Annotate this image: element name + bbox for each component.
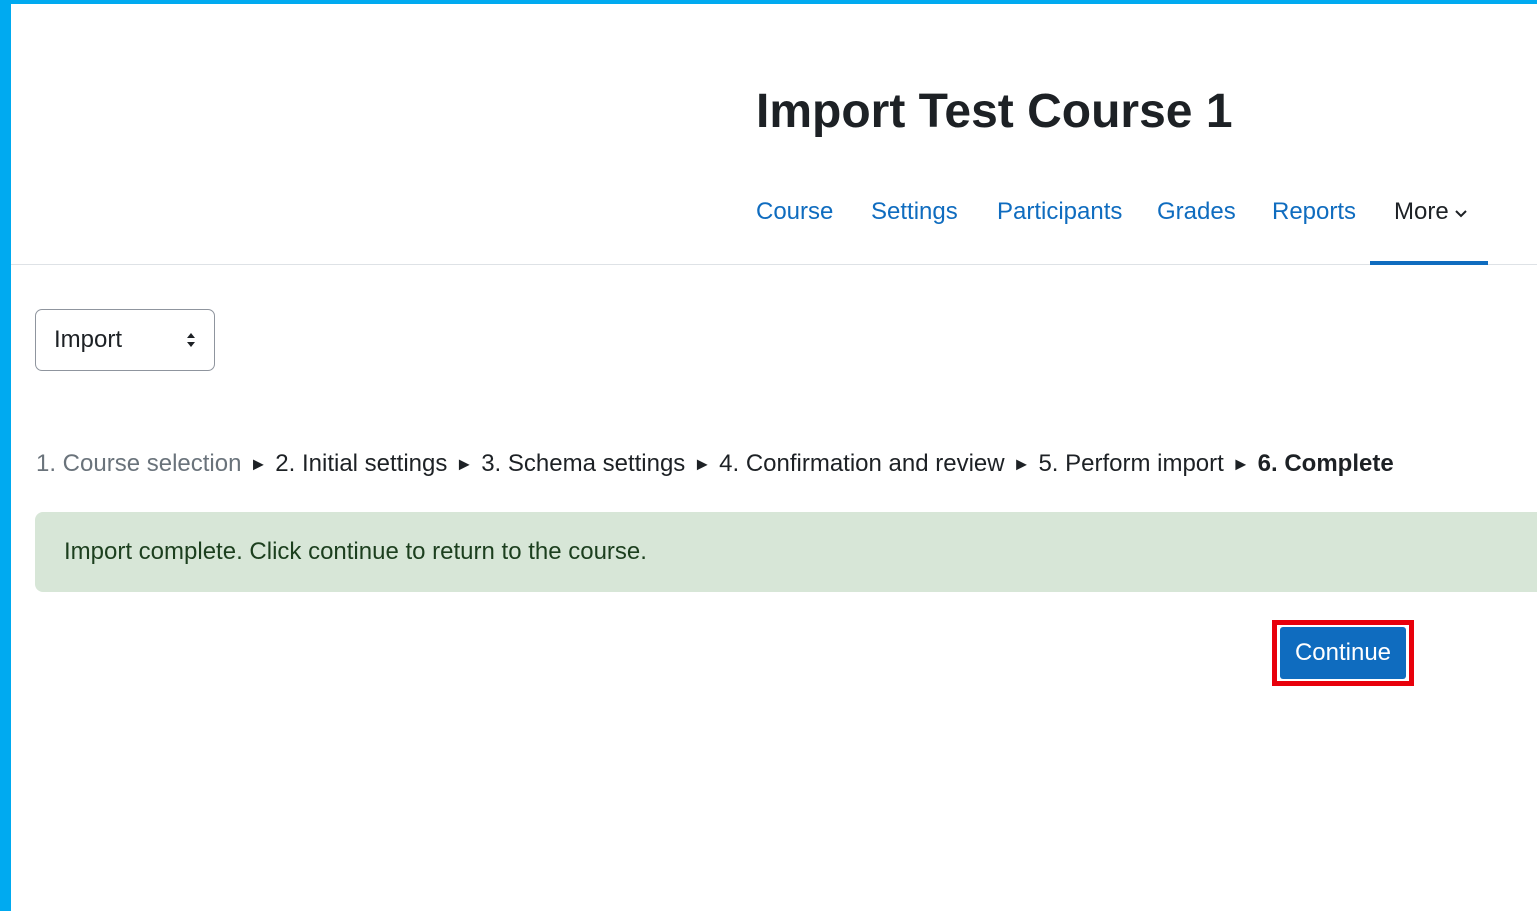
up-down-arrows-icon — [186, 330, 196, 350]
nav-item-more-label: More — [1394, 198, 1449, 225]
step-perform-import: 5. Perform import — [1038, 450, 1224, 477]
nav-divider — [11, 264, 1537, 265]
screenshot-frame-top — [0, 0, 1537, 4]
arrow-right-icon: ► — [693, 453, 712, 474]
arrow-right-icon: ► — [1231, 453, 1250, 474]
arrow-right-icon: ► — [1012, 453, 1031, 474]
continue-button[interactable]: Continue — [1280, 627, 1406, 679]
nav-item-settings[interactable]: Settings — [871, 194, 958, 230]
step-initial-settings: 2. Initial settings — [275, 450, 448, 477]
screenshot-frame-left — [0, 0, 11, 911]
arrow-right-icon: ► — [455, 453, 474, 474]
success-alert: Import complete. Click continue to retur… — [35, 512, 1537, 592]
step-schema-settings: 3. Schema settings — [481, 450, 686, 477]
nav-item-more[interactable]: More — [1394, 194, 1467, 231]
page-title: Import Test Course 1 — [756, 85, 1233, 138]
nav-active-indicator — [1370, 261, 1488, 265]
nav-item-grades[interactable]: Grades — [1157, 194, 1236, 230]
step-complete: 6. Complete — [1257, 450, 1394, 477]
nav-item-course[interactable]: Course — [756, 194, 833, 230]
action-select[interactable]: Import — [35, 309, 215, 371]
action-select-value: Import — [54, 326, 123, 353]
arrow-right-icon: ► — [249, 453, 268, 474]
step-course-selection: 1. Course selection — [36, 450, 242, 477]
nav-item-reports[interactable]: Reports — [1272, 194, 1356, 230]
import-progress-steps: 1. Course selection ► 2. Initial setting… — [36, 450, 1394, 478]
chevron-down-icon — [1454, 195, 1467, 231]
step-confirmation-review: 4. Confirmation and review — [719, 450, 1005, 477]
alert-message: Import complete. Click continue to retur… — [64, 538, 647, 565]
nav-item-participants[interactable]: Participants — [997, 194, 1122, 230]
